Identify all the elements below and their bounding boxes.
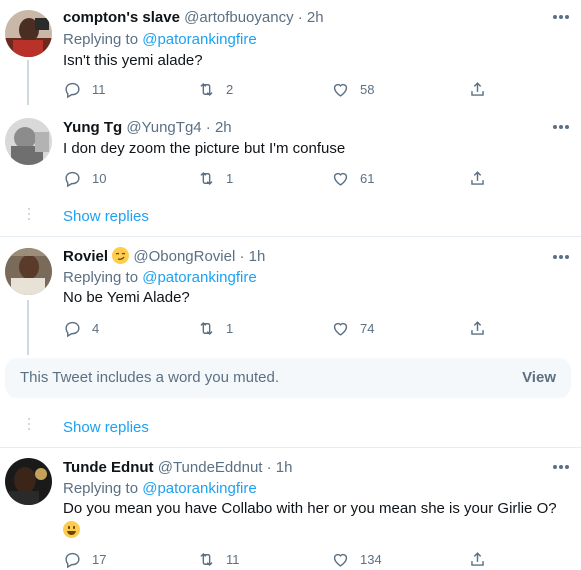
share-button[interactable] [468, 167, 487, 189]
heart-icon [333, 553, 348, 567]
tweet-text: Do you mean you have Collabo with her or… [63, 500, 557, 517]
retweet-icon [200, 82, 213, 96]
share-button[interactable] [468, 548, 487, 570]
thread-line [27, 300, 29, 355]
divider [0, 447, 581, 448]
replying-to-link[interactable]: @patorankingfire [142, 269, 256, 286]
like-count: 74 [360, 320, 375, 336]
like-button[interactable]: 74 [331, 317, 374, 339]
retweet-button[interactable]: 1 [197, 317, 233, 339]
share-button[interactable] [468, 78, 487, 100]
reply-count: 4 [92, 320, 100, 336]
share-button[interactable] [468, 317, 487, 339]
muted-tweet-notice: This Tweet includes a word you muted. Vi… [5, 358, 571, 398]
timestamp[interactable]: · 1h [267, 459, 293, 476]
replying-to-link[interactable]: @patorankingfire [142, 31, 256, 48]
heart-icon [333, 322, 348, 336]
author-name[interactable]: Roviel [63, 248, 108, 265]
reply-icon [65, 82, 80, 98]
thread-dots [28, 208, 30, 223]
reply-button[interactable]: 4 [63, 317, 99, 339]
like-count: 134 [360, 551, 382, 567]
avatar[interactable] [5, 118, 52, 165]
retweet-button[interactable]: 11 [197, 548, 240, 570]
reply-count: 11 [92, 81, 106, 97]
retweet-count: 2 [226, 81, 234, 97]
timestamp[interactable]: · 1h [239, 248, 265, 265]
timestamp[interactable]: · 2h [298, 9, 324, 26]
author-name[interactable]: Tunde Ednut [63, 459, 154, 476]
retweet-icon [200, 171, 213, 185]
reply-button[interactable]: 10 [63, 167, 106, 189]
retweet-button[interactable]: 1 [197, 167, 233, 189]
more-options-icon[interactable] [553, 252, 571, 262]
more-options-icon[interactable] [553, 12, 571, 22]
thread-line [27, 60, 29, 105]
author-handle[interactable]: @ObongRoviel [133, 248, 235, 265]
like-button[interactable]: 134 [331, 548, 382, 570]
heart-icon [333, 172, 348, 186]
retweet-count: 1 [226, 320, 234, 336]
thread-dots [28, 418, 30, 433]
timestamp[interactable]: · 2h [206, 119, 232, 136]
replying-to: Replying to @patorankingfire [63, 269, 257, 286]
reply-button[interactable]: 11 [63, 78, 106, 100]
replying-to: Replying to @patorankingfire [63, 31, 257, 48]
show-replies-link[interactable]: Show replies [63, 208, 149, 225]
reply-count: 17 [92, 551, 107, 567]
author-handle[interactable]: @YungTg4 [126, 119, 201, 136]
replying-to: Replying to @patorankingfire [63, 480, 257, 497]
reply-button[interactable]: 17 [63, 548, 106, 570]
more-options-icon[interactable] [553, 122, 571, 132]
reply-icon [65, 552, 80, 568]
retweet-button[interactable]: 2 [197, 78, 233, 100]
author-handle[interactable]: @TundeEddnut [158, 459, 263, 476]
like-count: 58 [360, 81, 375, 97]
share-icon [471, 170, 484, 185]
smirking-face-emoji-icon [112, 247, 130, 264]
show-replies-link[interactable]: Show replies [63, 419, 149, 436]
reply-count: 10 [92, 170, 107, 186]
retweet-count: 1 [226, 170, 234, 186]
author-handle[interactable]: @artofbuoyancy [184, 9, 293, 26]
tweet-text: I don dey zoom the picture but I'm confu… [63, 140, 346, 157]
share-icon [471, 81, 484, 96]
author-name[interactable]: Yung Tg [63, 119, 122, 136]
avatar[interactable] [5, 458, 52, 505]
replying-to-link[interactable]: @patorankingfire [142, 480, 256, 497]
share-icon [471, 551, 484, 566]
share-icon [471, 320, 484, 335]
more-options-icon[interactable] [553, 462, 571, 472]
retweet-icon [200, 552, 213, 566]
view-muted-button[interactable]: View [522, 369, 556, 386]
retweet-icon [200, 321, 213, 335]
avatar[interactable] [5, 248, 52, 295]
reply-icon [65, 321, 80, 337]
muted-notice-text: This Tweet includes a word you muted. [20, 369, 280, 386]
reply-icon [65, 171, 80, 187]
like-count: 61 [360, 170, 375, 186]
grinning-face-emoji-icon [63, 521, 80, 538]
heart-icon [333, 83, 348, 97]
retweet-count: 11 [226, 551, 240, 567]
tweet-text: No be Yemi Alade? [63, 289, 190, 306]
divider [0, 236, 581, 237]
like-button[interactable]: 58 [331, 78, 374, 100]
tweet-text: Isn't this yemi alade? [63, 52, 203, 69]
avatar[interactable] [5, 10, 52, 57]
like-button[interactable]: 61 [331, 167, 374, 189]
author-name[interactable]: compton's slave [63, 9, 180, 26]
